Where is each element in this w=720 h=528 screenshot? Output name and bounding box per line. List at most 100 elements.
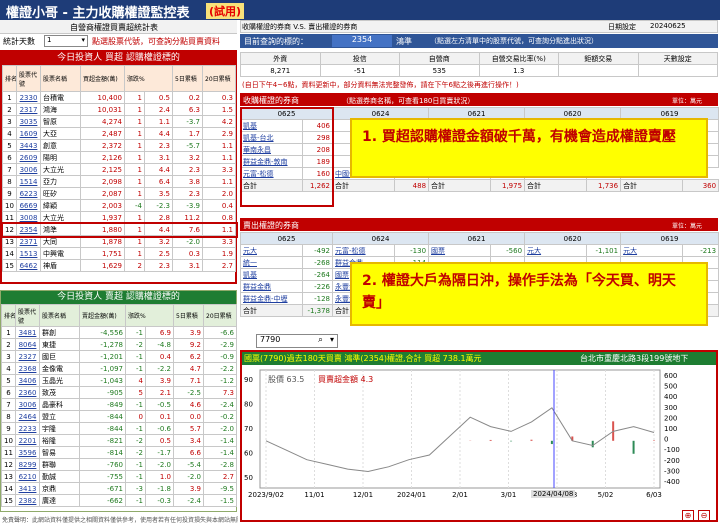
broker-link[interactable]: 凱基 [240,268,303,281]
change-cell: 1 [124,223,145,236]
amount-cell: 1,937 [80,211,125,224]
amount-bar [510,440,513,442]
x-tick-label: 5/02 [598,491,614,499]
chevron-down-icon[interactable]: ▾ [330,335,334,344]
y-tick-label: 70 [244,425,253,433]
zoom-out-icon[interactable]: ⊖ [698,510,710,522]
date-value[interactable]: 20240625 [650,22,686,30]
code-link[interactable]: 6669 [16,199,41,212]
code-link[interactable]: 1514 [16,175,41,188]
stats-value [637,64,718,77]
code-link[interactable]: 3481 [15,326,40,339]
5d-cell: -2.0 [173,470,205,483]
5d-cell: -2.5 [173,386,205,399]
rank-cell: 1 [2,91,17,104]
code-link[interactable]: 2382 [15,494,40,507]
code-link[interactable]: 3443 [16,139,41,152]
table-row: 6 2360 致茂 -905 5 2.1 -2.5 7.3 [1,386,238,399]
change-cell: 4 [125,374,146,387]
broker-amount: -130 [394,244,430,257]
broker-link[interactable]: 國票 [428,244,492,257]
stat-days-select[interactable]: 1 ▾ [44,35,88,47]
code-link[interactable]: 2354 [16,223,41,236]
search-icon[interactable]: ⌕ [318,335,323,345]
code-link[interactable]: 2317 [16,103,41,116]
callout-2: 2. 權證大戶為隔日沖，操作手法為「今天買、明天賣」 [350,262,708,326]
x-tick-label: 12/01 [353,491,373,499]
name-cell: 大同 [40,235,81,248]
y-tick-label: 80 [244,401,253,409]
20d-cell: -0.9 [203,350,238,363]
sell-brokers-unit: 單位：萬元 [672,223,703,230]
code-link[interactable]: 2368 [15,362,40,375]
name-cell: 晶豪科 [39,398,80,411]
name-cell: 台積電 [40,91,81,104]
rank-cell: 11 [2,211,17,224]
rank-cell: 7 [1,398,16,411]
query-code[interactable]: 2354 [332,35,392,47]
code-link[interactable]: 6210 [15,470,40,483]
code-link[interactable]: 8299 [15,458,40,471]
code-link[interactable]: 8064 [15,338,40,351]
change-pct-cell: 4.4 [143,223,174,236]
name-cell: 創意 [40,139,81,152]
update-note: (自日下午4~6點，資料更新中，部分資料無法完整發佈，請在下午6點之後再進行操作… [242,81,519,89]
code-link[interactable]: 3035 [16,115,41,128]
code-link[interactable]: 2371 [16,235,41,248]
code-link[interactable]: 1513 [16,247,41,260]
table-row: 4 2368 金像電 -1,097 -1 -2.2 4.7 -2.2 [1,362,238,375]
code-link[interactable]: 2201 [15,434,40,447]
20d-cell: -2.2 [203,362,238,375]
code-link[interactable]: 3006 [16,163,41,176]
stats-value: 1.3 [478,64,559,77]
x-tick-label: 3/01 [501,491,517,499]
code-link[interactable]: 2233 [15,422,40,435]
broker-row: 元大 -492 元富-松德 -130 國票 -560 元大 -1,101 元大 -213 [240,244,720,257]
broker-search[interactable]: 7790 ⌕ ▾ [256,334,338,348]
change-pct-cell: 3.5 [143,187,174,200]
broker-link[interactable]: 群益金鼎 [240,280,303,293]
rank-cell: 5 [1,374,16,387]
5d-cell: -3.9 [172,199,204,212]
code-link[interactable]: 2327 [15,350,40,363]
5d-cell: 2.3 [172,187,204,200]
broker-link[interactable]: 元大 [240,244,303,257]
code-link[interactable]: 2609 [16,151,41,164]
code-link[interactable]: 3413 [15,482,40,495]
rank-cell: 15 [1,494,16,507]
code-link[interactable]: 1609 [16,127,41,140]
5d-cell: 3.9 [173,326,205,339]
amount-cell: -814 [79,446,126,459]
rank-cell: 13 [1,470,16,483]
amount-cell: 2,087 [80,187,125,200]
amount-cell: -821 [79,434,126,447]
code-link[interactable]: 3008 [16,211,41,224]
code-link[interactable]: 3006 [15,398,40,411]
total-amount: 488 [394,179,430,192]
amount-cell: -662 [79,494,126,507]
x-tick-label: 6/03 [646,491,662,499]
broker-link[interactable]: 元大 [524,244,588,257]
sell-table: 排名 股票代號 股票名稱 賣超金額(萬) 漲跌% 5日累積 20日累積 1 348… [1,304,238,507]
code-link[interactable]: 6462 [16,259,41,272]
20d-cell: 2.0 [202,187,237,200]
20d-cell: -1.5 [203,494,238,507]
broker-link[interactable]: 統一 [240,256,303,269]
code-link[interactable]: 2330 [16,91,41,104]
code-link[interactable]: 2360 [15,386,40,399]
sell-brokers-label: 賣出權證的券商 [243,221,299,230]
broker-amount: -560 [490,244,526,257]
broker-amount: -226 [301,280,334,293]
broker-link[interactable]: 群益金鼎-中壢 [240,292,303,305]
zoom-in-icon[interactable]: ⊕ [682,510,694,522]
code-link[interactable]: 3406 [15,374,40,387]
20d-cell: 1.1 [202,223,237,236]
broker-link[interactable]: 元大 [620,244,684,257]
change-cell: -1 [125,470,146,483]
rank-cell: 8 [1,410,16,423]
5d-cell: 7.6 [172,223,204,236]
broker-link[interactable]: 元富-松德 [332,244,396,257]
code-link[interactable]: 2464 [15,410,40,423]
code-link[interactable]: 6223 [16,187,41,200]
code-link[interactable]: 3596 [15,446,40,459]
